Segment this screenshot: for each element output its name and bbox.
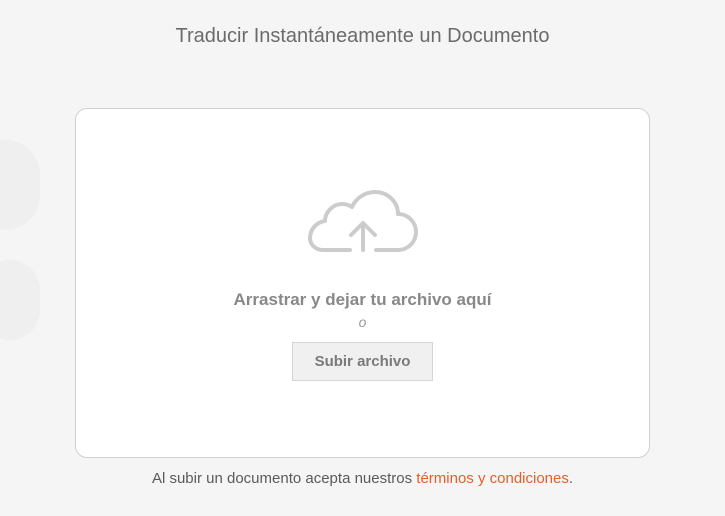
terms-notice: Al subir un documento acepta nuestros té… bbox=[0, 470, 725, 487]
cloud-upload-icon bbox=[303, 185, 423, 265]
terms-and-conditions-link[interactable]: términos y condiciones bbox=[416, 470, 569, 487]
background-decoration bbox=[0, 140, 40, 230]
terms-suffix: . bbox=[569, 470, 573, 487]
background-decoration bbox=[0, 260, 40, 340]
terms-prefix: Al subir un documento acepta nuestros bbox=[152, 470, 416, 487]
upload-file-button[interactable]: Subir archivo bbox=[292, 342, 434, 381]
or-separator-text: o bbox=[359, 314, 367, 330]
page-title: Traducir Instantáneamente un Documento bbox=[0, 0, 725, 48]
upload-dropzone[interactable]: Arrastrar y dejar tu archivo aquí o Subi… bbox=[75, 108, 650, 458]
drag-drop-text: Arrastrar y dejar tu archivo aquí bbox=[234, 290, 492, 310]
